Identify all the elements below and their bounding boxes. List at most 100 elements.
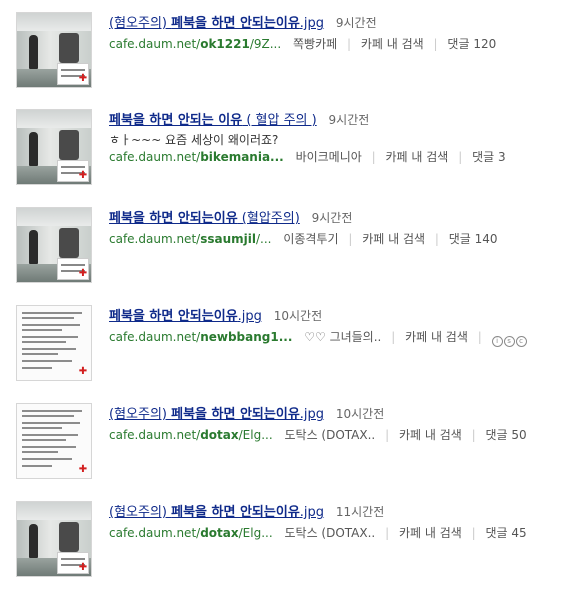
result-url[interactable]: cafe.daum.net/bikemania... <box>109 150 284 164</box>
cafe-search-link[interactable]: 카페 내 검색 <box>399 428 462 442</box>
comments-link[interactable]: 댓글 45 <box>486 526 527 540</box>
result-source[interactable]: 도탁스 (DOTAX.. <box>284 428 375 442</box>
red-cross-icon: ✚ <box>78 73 88 84</box>
url-domain: cafe.daum.net/ <box>109 37 201 51</box>
result-url[interactable]: cafe.daum.net/ok1221/9Z... <box>109 37 281 51</box>
cafe-search-link[interactable]: 카페 내 검색 <box>405 330 468 344</box>
separator: | <box>434 232 439 246</box>
separator: | <box>348 232 353 246</box>
result-item: ✚ (혐오주의) 페북을 하면 안되는이유.jpg 11시간전 cafe.dau… <box>0 491 563 577</box>
title-prefix: (혐오주의) <box>109 505 172 520</box>
result-item: ✚ (혐오주의) 폐북을 하면 안되는이유.jpg 9시간전 cafe.daum… <box>0 2 563 88</box>
result-title-row: (혐오주의) 페북을 하면 안되는이유.jpg 10시간전 <box>109 405 384 423</box>
separator: | <box>471 526 476 540</box>
result-title-row: 페북을 하면 안되는이유.jpg 10시간전 <box>109 307 322 325</box>
url-cafe-id: ok1221 <box>200 37 250 51</box>
title-prefix: (혐오주의) <box>109 16 172 31</box>
title-main: 페북을 하면 안되는이유 <box>109 211 238 226</box>
result-thumbnail[interactable]: ✚ <box>16 305 92 381</box>
result-meta-row: cafe.daum.net/ssaumjil/... 이종격투기 | 카페 내 … <box>109 231 498 247</box>
red-cross-icon: ✚ <box>78 562 88 573</box>
result-thumbnail[interactable]: ✚ <box>16 207 92 283</box>
separator: | <box>433 37 438 51</box>
comments-link[interactable]: 댓글 120 <box>447 37 496 51</box>
url-domain: cafe.daum.net/ <box>109 428 201 442</box>
result-item: ✚ 페북을 하면 안되는이유.jpg 10시간전 cafe.daum.net/n… <box>0 295 563 381</box>
result-thumbnail[interactable]: ✚ <box>16 501 92 577</box>
result-item: ✚ 페북을 하면 안되는이유 (혈압주의) 9시간전 cafe.daum.net… <box>0 197 563 283</box>
separator: | <box>471 428 476 442</box>
result-source[interactable]: 바이크메니아 <box>296 150 362 164</box>
result-title-link[interactable]: 페북을 하면 안되는이유.jpg <box>109 309 262 324</box>
comments-link[interactable]: 댓글 3 <box>472 150 506 164</box>
url-domain: cafe.daum.net/ <box>109 330 201 344</box>
title-suffix: .jpg <box>299 16 325 31</box>
title-suffix: .jpg <box>299 407 325 422</box>
url-rest: /... <box>255 232 272 246</box>
red-cross-icon: ✚ <box>78 268 88 279</box>
result-url[interactable]: cafe.daum.net/dotax/Elg... <box>109 428 273 442</box>
result-source[interactable]: ♡♡ 그녀들의.. <box>304 330 381 344</box>
title-suffix: .jpg <box>299 505 325 520</box>
info-icon: i <box>491 336 503 347</box>
separator: | <box>385 428 390 442</box>
separator: | <box>391 330 396 344</box>
separator: | <box>385 526 390 540</box>
result-title-row: (혐오주의) 페북을 하면 안되는이유.jpg 11시간전 <box>109 503 384 521</box>
result-title-link[interactable]: 페북을 하면 안되는이유 (혈압주의) <box>109 211 300 226</box>
url-domain: cafe.daum.net/ <box>109 232 201 246</box>
result-time: 10시간전 <box>335 407 385 421</box>
comments-link[interactable]: 댓글 140 <box>449 232 498 246</box>
red-cross-icon: ✚ <box>78 464 88 475</box>
red-cross-icon: ✚ <box>78 170 88 181</box>
url-rest: /9Z... <box>249 37 282 51</box>
result-url[interactable]: cafe.daum.net/dotax/Elg... <box>109 526 273 540</box>
result-title-row: 페북을 하면 안되는 이유 ( 혈압 주의 ) 9시간전 <box>109 111 369 129</box>
separator: | <box>371 150 376 164</box>
result-title-link[interactable]: (혐오주의) 폐북을 하면 안되는이유.jpg <box>109 16 324 31</box>
cafe-search-link[interactable]: 카페 내 검색 <box>361 37 424 51</box>
url-cafe-id: dotax <box>200 428 239 442</box>
result-thumbnail[interactable]: ✚ <box>16 12 92 88</box>
separator: | <box>477 330 482 344</box>
result-url[interactable]: cafe.daum.net/ssaumjil/... <box>109 232 271 246</box>
result-title-link[interactable]: (혐오주의) 페북을 하면 안되는이유.jpg <box>109 505 324 520</box>
result-meta-row: cafe.daum.net/bikemania... 바이크메니아 | 카페 내… <box>109 149 506 165</box>
title-prefix: (혐오주의) <box>109 407 172 422</box>
url-cafe-id: newbbang1... <box>200 330 293 344</box>
result-source[interactable]: 쪽빵카페 <box>293 37 337 51</box>
share-icon: s <box>503 336 515 347</box>
cafe-search-link[interactable]: 카페 내 검색 <box>399 526 462 540</box>
result-meta-row: cafe.daum.net/newbbang1... ♡♡ 그녀들의.. | 카… <box>109 329 528 347</box>
url-cafe-id: bikemania... <box>200 150 284 164</box>
cafe-search-link[interactable]: 카페 내 검색 <box>362 232 425 246</box>
result-thumbnail[interactable]: ✚ <box>16 403 92 479</box>
url-cafe-id: dotax <box>200 526 239 540</box>
cafe-search-link[interactable]: 카페 내 검색 <box>386 150 449 164</box>
title-main: 페북을 하면 안되는 이유 <box>109 113 243 128</box>
result-thumbnail[interactable]: ✚ <box>16 109 92 185</box>
result-item: ✚ 페북을 하면 안되는 이유 ( 혈압 주의 ) 9시간전 ㅎㅏ~~~ 요즘 … <box>0 99 563 185</box>
result-url[interactable]: cafe.daum.net/newbbang1... <box>109 330 292 344</box>
url-domain: cafe.daum.net/ <box>109 526 201 540</box>
result-meta-row: cafe.daum.net/dotax/Elg... 도탁스 (DOTAX.. … <box>109 525 527 541</box>
separator: | <box>458 150 463 164</box>
title-suffix: ( 혈압 주의 ) <box>242 113 317 128</box>
result-source[interactable]: 이종격투기 <box>283 232 338 246</box>
license-icons[interactable]: isc <box>491 331 528 347</box>
result-item: ✚ (혐오주의) 페북을 하면 안되는이유.jpg 10시간전 cafe.dau… <box>0 393 563 479</box>
title-main: 폐북을 하면 안되는이유 <box>171 16 300 31</box>
result-meta-row: cafe.daum.net/ok1221/9Z... 쪽빵카페 | 카페 내 검… <box>109 36 496 52</box>
result-title-row: 페북을 하면 안되는이유 (혈압주의) 9시간전 <box>109 209 352 227</box>
result-title-row: (혐오주의) 폐북을 하면 안되는이유.jpg 9시간전 <box>109 14 377 32</box>
result-title-link[interactable]: 페북을 하면 안되는 이유 ( 혈압 주의 ) <box>109 113 317 128</box>
url-rest: /Elg... <box>238 526 273 540</box>
title-suffix: .jpg <box>237 309 262 324</box>
url-rest: /Elg... <box>238 428 273 442</box>
result-source[interactable]: 도탁스 (DOTAX.. <box>284 526 375 540</box>
result-time: 10시간전 <box>273 309 323 323</box>
title-main: 페북을 하면 안되는이유 <box>171 505 300 520</box>
result-meta-row: cafe.daum.net/dotax/Elg... 도탁스 (DOTAX.. … <box>109 427 527 443</box>
result-title-link[interactable]: (혐오주의) 페북을 하면 안되는이유.jpg <box>109 407 324 422</box>
comments-link[interactable]: 댓글 50 <box>486 428 527 442</box>
